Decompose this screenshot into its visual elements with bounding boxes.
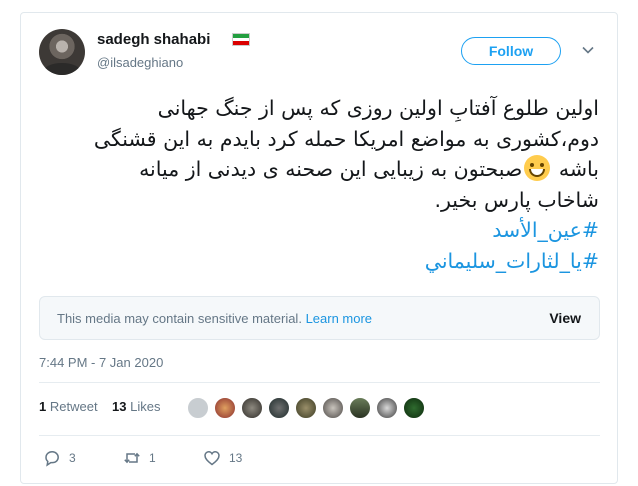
liker-avatar[interactable] — [376, 397, 398, 419]
like-count: 13 — [229, 451, 243, 465]
reply-count: 3 — [69, 451, 76, 465]
avatar[interactable] — [39, 29, 85, 75]
tweet-text: اولین طلوع آفتابِ اولین روزی که پس از جن… — [39, 93, 599, 276]
heart-icon — [204, 451, 220, 466]
liker-avatar[interactable] — [403, 397, 425, 419]
tweet-line: باشه صبحتون به زیبایی این صحنه ی دیدنی ا… — [139, 155, 599, 181]
retweet-icon — [124, 452, 140, 464]
engagement-stats: 1 Retweet 13 Likes — [39, 399, 160, 414]
display-name[interactable]: sadegh shahabi — [97, 31, 210, 48]
liker-avatar[interactable] — [187, 397, 209, 419]
learn-more-link[interactable]: Learn more — [306, 311, 372, 326]
retweet-count: 1 — [149, 451, 156, 465]
tweet-line-prefix: باشه — [558, 157, 599, 181]
liker-avatar[interactable] — [268, 397, 290, 419]
tweet-line: دوم،کشوری به مواضع امریکا حمله کرد بایدم… — [93, 126, 599, 151]
reply-button[interactable]: 3 — [43, 449, 76, 467]
follow-button[interactable]: Follow — [461, 37, 561, 65]
reply-icon — [45, 451, 59, 467]
grinning-face-icon — [524, 155, 551, 181]
tweet-line: اولین طلوع آفتابِ اولین روزی که پس از جن… — [157, 96, 599, 120]
hashtag-link[interactable]: #یا_لثارات_سلیماني — [39, 246, 599, 277]
user-handle[interactable]: @ilsadeghiano — [97, 55, 183, 70]
retweet-button[interactable]: 1 — [123, 449, 156, 467]
view-button[interactable]: View — [549, 310, 581, 326]
divider — [39, 435, 600, 436]
liker-avatar[interactable] — [322, 397, 344, 419]
retweet-stat[interactable]: 1 Retweet — [39, 399, 98, 414]
tweet-card: sadegh shahabi @ilsadeghiano Follow اولی… — [20, 12, 618, 484]
like-stat[interactable]: 13 Likes — [112, 399, 160, 414]
like-button[interactable]: 13 — [203, 449, 242, 467]
timestamp[interactable]: 7:44 PM - 7 Jan 2020 — [39, 355, 163, 370]
hashtag-link[interactable]: #عین_الأسد — [39, 215, 599, 246]
liker-avatar[interactable] — [241, 397, 263, 419]
liker-avatar[interactable] — [295, 397, 317, 419]
tweet-line: شاخاب پارس بخیر. — [434, 187, 599, 212]
divider — [39, 382, 600, 383]
sensitive-message: This media may contain sensitive materia… — [57, 311, 302, 326]
iran-flag-icon — [232, 33, 250, 46]
sensitive-media-notice: This media may contain sensitive materia… — [39, 296, 600, 340]
liker-avatar[interactable] — [214, 397, 236, 419]
chevron-down-icon[interactable] — [581, 43, 595, 57]
liker-avatar[interactable] — [349, 397, 371, 419]
